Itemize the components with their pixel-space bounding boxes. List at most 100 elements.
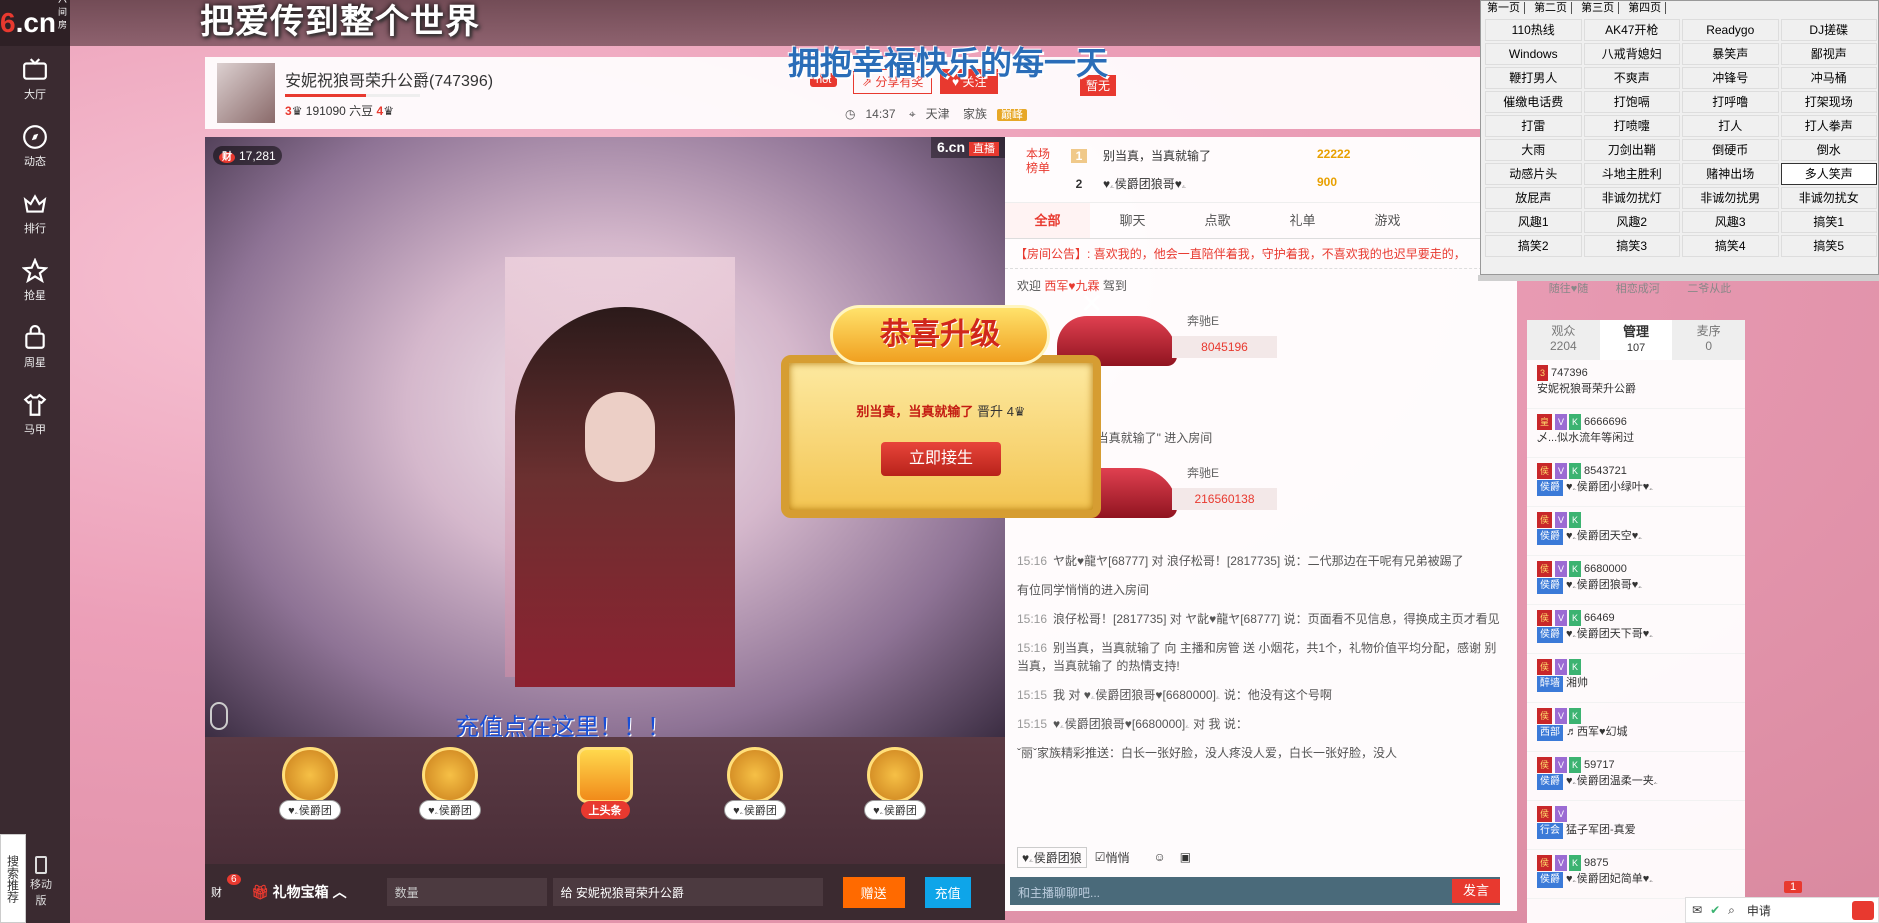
message-icon[interactable] xyxy=(1852,901,1874,920)
sound-button[interactable]: 搞笑4 xyxy=(1682,235,1779,257)
sound-button[interactable]: AK47开枪 xyxy=(1583,19,1680,41)
sound-button[interactable]: 打雷 xyxy=(1485,115,1582,137)
mic-icon[interactable] xyxy=(210,702,228,730)
sb-tab-3[interactable]: 第三页 xyxy=(1581,2,1620,14)
top-icon-3[interactable]: 二爷从此 xyxy=(1687,280,1731,296)
sound-button[interactable]: 刀剑出鞘 xyxy=(1583,139,1680,161)
family-tag[interactable]: 巅峰 xyxy=(997,109,1027,121)
accept-button[interactable]: 立即接生 xyxy=(881,442,1001,476)
sound-button[interactable]: 放屁声 xyxy=(1485,187,1582,209)
rank-row[interactable]: 1 别当真，当真就输了 22222 xyxy=(1071,147,1350,164)
tab-gifts[interactable]: 礼单 xyxy=(1260,203,1345,238)
sound-button[interactable]: Windows xyxy=(1485,43,1582,65)
user-row[interactable]: 侯 V K 59717 侯爵 ♥ۦ侯爵团温柔一夹ۦ xyxy=(1527,752,1745,801)
seat-5[interactable]: ♥ۦ侯爵团 xyxy=(855,747,935,820)
nav-weekstar[interactable]: 周星 xyxy=(0,314,70,381)
user-row[interactable]: 侯 V K 9875 侯爵 ♥ۦ侯爵团妃简单♥ۦ xyxy=(1527,850,1745,899)
sb-tab-2[interactable]: 第二页 xyxy=(1534,2,1573,14)
sound-button[interactable]: 八戒背媳妇 xyxy=(1583,43,1680,65)
user-row[interactable]: 侯 V 行会 猛子军团-真爱 xyxy=(1527,801,1745,850)
sound-button[interactable]: 风趣1 xyxy=(1485,211,1582,233)
close-icon[interactable]: ✕ xyxy=(1080,287,1103,320)
sound-button[interactable]: 110热线 xyxy=(1485,19,1582,41)
nav-feed[interactable]: 动态 xyxy=(0,113,70,180)
user-row[interactable]: 3 747396 安妮祝狼哥荣升公爵 xyxy=(1527,360,1745,409)
tab-mic-queue[interactable]: 麦序 0 xyxy=(1672,320,1745,360)
sound-button[interactable]: 非诚勿扰男 xyxy=(1682,187,1779,209)
seat-1[interactable]: ♥ۦ侯爵团 xyxy=(270,747,350,820)
sound-button[interactable]: 打饱嗝 xyxy=(1583,91,1680,113)
tab-song[interactable]: 点歌 xyxy=(1175,203,1260,238)
sound-button[interactable]: 打架现场 xyxy=(1780,91,1877,113)
apply-button[interactable]: 申请 xyxy=(1747,902,1771,919)
site-logo[interactable]: 6.cn 六间房 xyxy=(0,0,70,46)
image-icon[interactable]: ▣ xyxy=(1180,850,1191,864)
sound-button[interactable]: 打喷嚏 xyxy=(1583,115,1680,137)
user-row[interactable]: 侯 V K 西部 ♬西军♥幻城 xyxy=(1527,703,1745,752)
tab-admin[interactable]: 管理 107 xyxy=(1599,320,1673,360)
sound-button[interactable]: 打人拳声 xyxy=(1780,115,1877,137)
sound-button[interactable]: 倒水 xyxy=(1780,139,1877,161)
sound-button[interactable]: 多人笑声 xyxy=(1780,163,1877,185)
sound-button[interactable]: 斗地主胜利 xyxy=(1583,163,1680,185)
zoom-icon[interactable]: ⌕ xyxy=(1728,903,1735,918)
sound-button[interactable]: 搞笑5 xyxy=(1780,235,1877,257)
nav-vest[interactable]: 马甲 xyxy=(0,381,70,448)
tab-games[interactable]: 游戏 xyxy=(1345,203,1430,238)
sound-button[interactable]: 搞笑3 xyxy=(1583,235,1680,257)
sound-button[interactable]: 赌神出场 xyxy=(1682,163,1779,185)
anchor-avatar[interactable] xyxy=(217,63,275,123)
headline-seat[interactable]: 上头条 xyxy=(565,747,645,819)
sound-button[interactable]: 冲锋号 xyxy=(1682,67,1779,89)
sb-tab-1[interactable]: 第一页 xyxy=(1487,2,1525,14)
sound-button[interactable]: DJ搓碟 xyxy=(1780,19,1877,41)
top-icon-1[interactable]: 随往♥随 xyxy=(1549,280,1589,296)
user-row[interactable]: 侯 V K 66469 侯爵 ♥ۦ侯爵团天下哥♥ۦ xyxy=(1527,605,1745,654)
sound-button[interactable]: 动感片头 xyxy=(1485,163,1582,185)
user-row[interactable]: 侯 V K 醉墙 湘帅 xyxy=(1527,654,1745,703)
sound-button[interactable]: 不爽声 xyxy=(1583,67,1680,89)
user-row[interactable]: 皇 V K 6666696 乄...似水流年等闲过 xyxy=(1527,409,1745,458)
tab-all[interactable]: 全部 xyxy=(1005,203,1090,238)
sound-button[interactable]: 打呼噜 xyxy=(1682,91,1779,113)
sound-button[interactable]: 大雨 xyxy=(1485,139,1582,161)
quantity-input[interactable]: 数量 xyxy=(386,878,547,906)
seat-4[interactable]: ♥ۦ侯爵团 xyxy=(715,747,795,820)
sound-button[interactable]: 搞笑2 xyxy=(1485,235,1582,257)
sound-button[interactable]: 非诚勿扰女 xyxy=(1780,187,1877,209)
rank-row[interactable]: 2 ♥ۦ侯爵团狼哥♥ۦ 900 xyxy=(1071,175,1337,192)
send-gift-button[interactable]: 赠送 xyxy=(842,876,905,908)
chat-send-button[interactable]: 发言 xyxy=(1452,879,1500,903)
sound-button[interactable]: 非诚勿扰灯 xyxy=(1583,187,1680,209)
gift-box-button[interactable]: 🎁︎ 礼物宝箱 ︿ xyxy=(251,882,347,902)
sound-button[interactable]: Readygo xyxy=(1682,19,1779,41)
tab-audience[interactable]: 观众 2204 xyxy=(1527,320,1600,360)
top-icon-2[interactable]: 相恋成河 xyxy=(1616,280,1660,296)
check-icon[interactable]: ✔ xyxy=(1710,903,1720,917)
seat-2[interactable]: ♥ۦ侯爵团 xyxy=(410,747,490,820)
sound-button[interactable]: 倒硬币 xyxy=(1682,139,1779,161)
chat-target-select[interactable]: ♥ۦ侯爵团狼 xyxy=(1017,846,1087,868)
side-mobile-link[interactable]: 移动版 xyxy=(26,856,56,908)
sound-button[interactable]: 暴笑声 xyxy=(1682,43,1779,65)
nav-rank[interactable]: 排行 xyxy=(0,180,70,247)
gift-recipient-select[interactable]: 给 安妮祝狼哥荣升公爵 xyxy=(552,878,823,906)
sound-button[interactable]: 搞笑1 xyxy=(1780,211,1877,233)
nav-hall[interactable]: 大厅 xyxy=(0,46,70,113)
sound-button[interactable]: 风趣2 xyxy=(1583,211,1680,233)
sound-button[interactable]: 打人 xyxy=(1682,115,1779,137)
user-row[interactable]: 侯 V K 8543721 侯爵 ♥ۦ侯爵团小绿叶♥ۦ xyxy=(1527,458,1745,507)
sound-button[interactable]: 催缴电话费 xyxy=(1485,91,1582,113)
emoji-icon[interactable]: ☺ xyxy=(1153,850,1165,864)
sound-button[interactable]: 鄙视声 xyxy=(1780,43,1877,65)
sound-button[interactable]: 风趣3 xyxy=(1682,211,1779,233)
user-row[interactable]: 侯 V K 6680000 侯爵 ♥ۦ侯爵团狼哥♥ۦ xyxy=(1527,556,1745,605)
nav-star[interactable]: 抢星 xyxy=(0,247,70,314)
sound-button[interactable]: 冲马桶 xyxy=(1780,67,1877,89)
mail-icon[interactable]: ✉ xyxy=(1692,903,1702,917)
tab-chat[interactable]: 聊天 xyxy=(1090,203,1175,238)
user-row[interactable]: 侯 V K 侯爵 ♥ۦ侯爵团天空♥ۦ xyxy=(1527,507,1745,556)
recharge-button[interactable]: 充值 xyxy=(924,876,971,908)
sb-tab-4[interactable]: 第四页 xyxy=(1628,2,1667,14)
chat-input[interactable]: 和主播聊聊吧... 发言 xyxy=(1010,877,1500,905)
